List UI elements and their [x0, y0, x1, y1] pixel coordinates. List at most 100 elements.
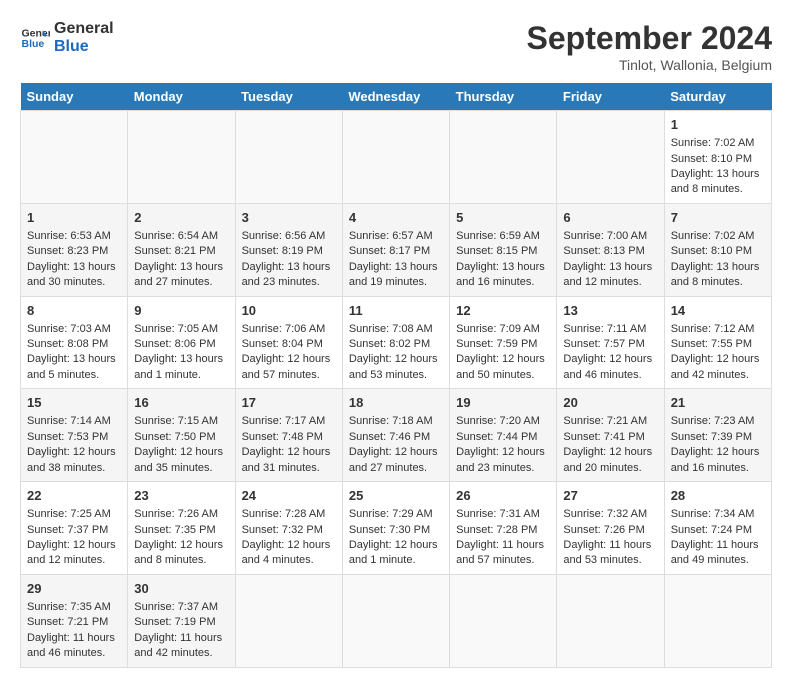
day-number: 30 [134, 580, 228, 598]
day-info-line: and 27 minutes. [349, 461, 443, 476]
day-info-line: Sunrise: 7:25 AM [27, 507, 121, 522]
calendar-cell: 25Sunrise: 7:29 AMSunset: 7:30 PMDayligh… [342, 482, 449, 575]
day-number: 6 [563, 209, 657, 227]
day-info-line: Sunrise: 7:08 AM [349, 322, 443, 337]
calendar-cell: 9Sunrise: 7:05 AMSunset: 8:06 PMDaylight… [128, 296, 235, 389]
day-info-line: Daylight: 12 hours [563, 352, 657, 367]
day-info-line: Sunset: 8:10 PM [671, 152, 765, 167]
day-info-line: Sunset: 7:21 PM [27, 615, 121, 630]
day-info-line: Sunset: 7:32 PM [242, 523, 336, 538]
calendar-cell: 27Sunrise: 7:32 AMSunset: 7:26 PMDayligh… [557, 482, 664, 575]
day-info-line: Sunrise: 7:23 AM [671, 414, 765, 429]
day-info-line: Daylight: 12 hours [671, 352, 765, 367]
day-info-line: Sunset: 8:21 PM [134, 244, 228, 259]
day-info-line: Sunrise: 7:11 AM [563, 322, 657, 337]
day-info-line: and 16 minutes. [671, 461, 765, 476]
day-info-line: Sunset: 7:41 PM [563, 430, 657, 445]
day-info-line: Sunset: 8:23 PM [27, 244, 121, 259]
day-info-line: Daylight: 13 hours [563, 260, 657, 275]
day-info-line: Sunrise: 7:32 AM [563, 507, 657, 522]
day-info-line: Sunrise: 6:56 AM [242, 229, 336, 244]
day-info-line: Daylight: 13 hours [27, 260, 121, 275]
week-row-6: 29Sunrise: 7:35 AMSunset: 7:21 PMDayligh… [21, 574, 772, 667]
day-info-line: and 5 minutes. [27, 368, 121, 383]
day-info-line: Sunset: 8:06 PM [134, 337, 228, 352]
day-info-line: and 49 minutes. [671, 553, 765, 568]
day-number: 5 [456, 209, 550, 227]
calendar-cell [342, 574, 449, 667]
day-number: 19 [456, 394, 550, 412]
calendar-cell [664, 574, 771, 667]
day-info-line: Sunrise: 6:59 AM [456, 229, 550, 244]
calendar-cell: 29Sunrise: 7:35 AMSunset: 7:21 PMDayligh… [21, 574, 128, 667]
calendar-cell: 14Sunrise: 7:12 AMSunset: 7:55 PMDayligh… [664, 296, 771, 389]
day-number: 2 [134, 209, 228, 227]
day-info-line: and 42 minutes. [134, 646, 228, 661]
day-info-line: Sunrise: 7:15 AM [134, 414, 228, 429]
header-day-sunday: Sunday [21, 83, 128, 111]
day-info-line: Sunset: 8:04 PM [242, 337, 336, 352]
day-number: 9 [134, 302, 228, 320]
calendar-cell [342, 111, 449, 204]
logo-text-blue: Blue [54, 38, 114, 56]
day-info-line: Daylight: 13 hours [27, 352, 121, 367]
day-info-line: Daylight: 13 hours [134, 352, 228, 367]
day-info-line: and 57 minutes. [456, 553, 550, 568]
header-day-monday: Monday [128, 83, 235, 111]
day-number: 29 [27, 580, 121, 598]
day-info-line: Sunrise: 6:57 AM [349, 229, 443, 244]
day-info-line: and 20 minutes. [563, 461, 657, 476]
calendar-cell: 2Sunrise: 6:54 AMSunset: 8:21 PMDaylight… [128, 203, 235, 296]
day-info-line: Sunset: 7:28 PM [456, 523, 550, 538]
calendar-cell: 6Sunrise: 7:00 AMSunset: 8:13 PMDaylight… [557, 203, 664, 296]
day-info-line: Daylight: 11 hours [456, 538, 550, 553]
title-block: September 2024 Tinlot, Wallonia, Belgium [527, 20, 772, 73]
day-number: 15 [27, 394, 121, 412]
day-info-line: Sunrise: 7:31 AM [456, 507, 550, 522]
day-info-line: and 23 minutes. [456, 461, 550, 476]
calendar-cell [557, 574, 664, 667]
day-info-line: Daylight: 12 hours [349, 445, 443, 460]
day-info-line: Sunset: 7:26 PM [563, 523, 657, 538]
calendar-table: SundayMondayTuesdayWednesdayThursdayFrid… [20, 83, 772, 668]
svg-text:Blue: Blue [22, 38, 45, 50]
week-row-3: 8Sunrise: 7:03 AMSunset: 8:08 PMDaylight… [21, 296, 772, 389]
day-info-line: Sunrise: 7:02 AM [671, 136, 765, 151]
day-number: 3 [242, 209, 336, 227]
day-info-line: and 1 minute. [134, 368, 228, 383]
day-info-line: and 27 minutes. [134, 275, 228, 290]
day-info-line: Sunrise: 7:03 AM [27, 322, 121, 337]
day-info-line: and 16 minutes. [456, 275, 550, 290]
logo-icon: General Blue [20, 23, 50, 53]
day-info-line: and 30 minutes. [27, 275, 121, 290]
day-number: 18 [349, 394, 443, 412]
day-number: 1 [671, 116, 765, 134]
calendar-cell: 19Sunrise: 7:20 AMSunset: 7:44 PMDayligh… [450, 389, 557, 482]
week-row-4: 15Sunrise: 7:14 AMSunset: 7:53 PMDayligh… [21, 389, 772, 482]
calendar-cell: 26Sunrise: 7:31 AMSunset: 7:28 PMDayligh… [450, 482, 557, 575]
calendar-cell [450, 111, 557, 204]
day-info-line: Daylight: 13 hours [671, 167, 765, 182]
day-info-line: Daylight: 11 hours [134, 631, 228, 646]
calendar-cell: 15Sunrise: 7:14 AMSunset: 7:53 PMDayligh… [21, 389, 128, 482]
day-info-line: Daylight: 12 hours [242, 352, 336, 367]
day-info-line: Sunset: 7:46 PM [349, 430, 443, 445]
day-info-line: and 46 minutes. [27, 646, 121, 661]
day-info-line: Daylight: 12 hours [242, 445, 336, 460]
day-number: 1 [27, 209, 121, 227]
day-info-line: and 23 minutes. [242, 275, 336, 290]
day-number: 27 [563, 487, 657, 505]
day-info-line: and 12 minutes. [27, 553, 121, 568]
day-info-line: Daylight: 12 hours [27, 445, 121, 460]
calendar-cell: 18Sunrise: 7:18 AMSunset: 7:46 PMDayligh… [342, 389, 449, 482]
day-info-line: Sunset: 8:19 PM [242, 244, 336, 259]
calendar-cell: 10Sunrise: 7:06 AMSunset: 8:04 PMDayligh… [235, 296, 342, 389]
day-info-line: Sunrise: 6:53 AM [27, 229, 121, 244]
day-info-line: Sunset: 7:55 PM [671, 337, 765, 352]
calendar-cell: 22Sunrise: 7:25 AMSunset: 7:37 PMDayligh… [21, 482, 128, 575]
day-info-line: and 12 minutes. [563, 275, 657, 290]
day-number: 4 [349, 209, 443, 227]
day-number: 7 [671, 209, 765, 227]
day-info-line: and 42 minutes. [671, 368, 765, 383]
day-number: 20 [563, 394, 657, 412]
